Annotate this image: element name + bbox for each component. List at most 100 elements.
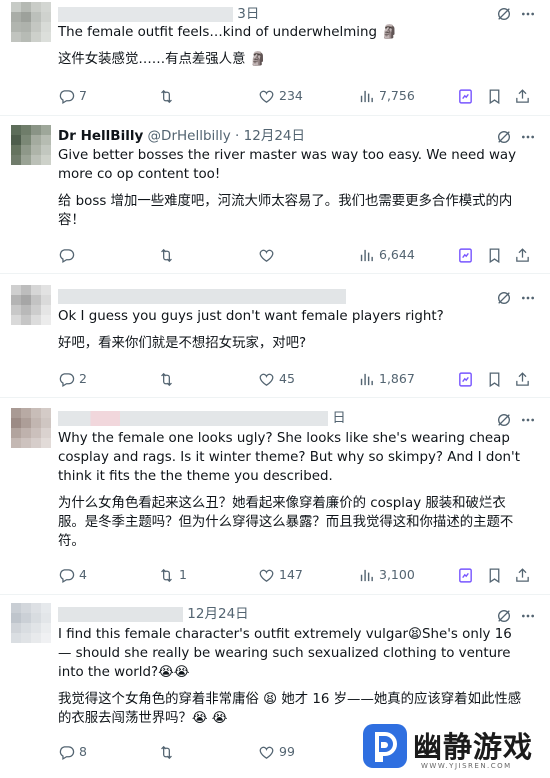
grok-icon[interactable] [496,290,512,306]
avatar[interactable] [11,2,51,42]
avatar[interactable] [11,408,51,448]
tweet-actions: 7 234 7,756 [58,86,538,106]
blurred-name [58,288,346,304]
repost-button[interactable] [158,86,179,106]
views-count: 7,756 [379,88,415,103]
grok-analyze-button[interactable] [457,369,478,389]
tweet-date[interactable]: 12月24日 [187,606,248,622]
like-button[interactable]: 45 [258,369,295,389]
blurred-name [58,6,233,22]
tweet-date[interactable]: 日 [332,410,346,426]
tweet[interactable]: Dr HellBilly @DrHellbilly · 12月24日 Give … [0,116,550,274]
like-button[interactable] [258,245,279,265]
grok-icon[interactable] [496,412,512,428]
like-icon [258,567,275,584]
like-button[interactable]: 99 [258,742,295,762]
bookmark-icon [486,247,503,264]
like-icon [258,744,275,761]
more-icon[interactable] [520,412,536,428]
tweet-text-en: I find this female character's outfit ex… [58,627,512,680]
more-icon[interactable] [520,290,536,306]
grok-analyze-button[interactable] [457,565,478,585]
tweet-header: 12月24日 [58,604,249,624]
like-icon [258,247,275,264]
views-icon [358,247,375,264]
tweet-actions: 6,644 [58,245,538,265]
share-icon [514,567,531,584]
tweet-header: 3日 [58,4,259,24]
repost-icon [158,371,175,388]
logo-icon [363,724,407,768]
reply-button[interactable]: 7 [58,86,87,106]
tweet[interactable]: 日 Why the female one looks ugly? She loo… [0,398,550,595]
share-button[interactable] [514,565,535,585]
tweet-actions: 4 1 147 3,100 [58,565,538,585]
grok-icon[interactable] [496,608,512,624]
tweet-actions: 2 45 1,867 [58,369,538,389]
tweet-header [58,286,346,306]
reply-count: 2 [79,371,87,386]
tweet-text: Why the female one looks ugly? She looks… [58,429,528,551]
grok-analyze-icon [457,88,474,105]
more-icon[interactable] [520,129,536,145]
tweet-text: Give better bosses the river master was … [58,146,528,230]
reply-button[interactable]: 4 [58,565,87,585]
repost-icon [158,567,175,584]
tweet[interactable]: 3日 The female outfit feels…kind of under… [0,0,550,116]
author-name[interactable]: Dr HellBilly [58,128,143,144]
tweet-header: 日 [58,408,346,428]
reply-icon [58,88,75,105]
tweet[interactable]: Ok I guess you guys just don't want fema… [0,274,550,398]
tweet-text-en: Ok I guess you guys just don't want fema… [58,309,444,324]
avatar[interactable] [11,285,51,325]
views-icon [358,88,375,105]
share-button[interactable] [514,369,535,389]
tweet-text-zh: 好吧，看来你们就是不想招女玩家，对吧? [58,336,307,351]
like-button[interactable]: 147 [258,565,303,585]
grok-analyze-icon [457,371,474,388]
views-button[interactable]: 1,867 [358,369,415,389]
grok-analyze-button[interactable] [457,86,478,106]
grok-icon[interactable] [496,129,512,145]
bookmark-button[interactable] [486,369,507,389]
tweet-date[interactable]: 3日 [237,6,259,22]
logo-url: WWW.YJISREN.COM [421,762,512,770]
repost-button[interactable] [158,369,179,389]
tweet-text-en: Give better bosses the river master was … [58,148,517,182]
share-icon [514,247,531,264]
blurred-name [58,410,328,426]
more-icon[interactable] [520,6,536,22]
like-count: 45 [279,371,295,386]
blurred-name [58,606,183,622]
reply-button[interactable]: 2 [58,369,87,389]
like-count: 99 [279,744,295,759]
views-button[interactable]: 3,100 [358,565,415,585]
grok-analyze-button[interactable] [457,245,478,265]
avatar[interactable] [11,603,51,643]
views-icon [358,371,375,388]
repost-button[interactable]: 1 [158,565,187,585]
grok-analyze-icon [457,567,474,584]
bookmark-button[interactable] [486,245,507,265]
views-button[interactable]: 7,756 [358,86,415,106]
repost-count: 1 [179,567,187,582]
tweet-text: The female outfit feels…kind of underwhe… [58,23,528,69]
repost-button[interactable] [158,245,179,265]
more-icon[interactable] [520,608,536,624]
bookmark-button[interactable] [486,565,507,585]
reply-count: 8 [79,744,87,759]
author-handle[interactable]: @DrHellbilly · 12月24日 [148,128,305,144]
share-icon [514,371,531,388]
bookmark-button[interactable] [486,86,507,106]
reply-button[interactable] [58,245,79,265]
avatar[interactable] [11,125,51,165]
share-button[interactable] [514,86,535,106]
views-count: 1,867 [379,371,415,386]
share-button[interactable] [514,245,535,265]
views-button[interactable]: 6,644 [358,245,415,265]
repost-button[interactable] [158,742,179,762]
grok-icon[interactable] [496,6,512,22]
reply-icon [58,744,75,761]
like-button[interactable]: 234 [258,86,303,106]
reply-button[interactable]: 8 [58,742,87,762]
